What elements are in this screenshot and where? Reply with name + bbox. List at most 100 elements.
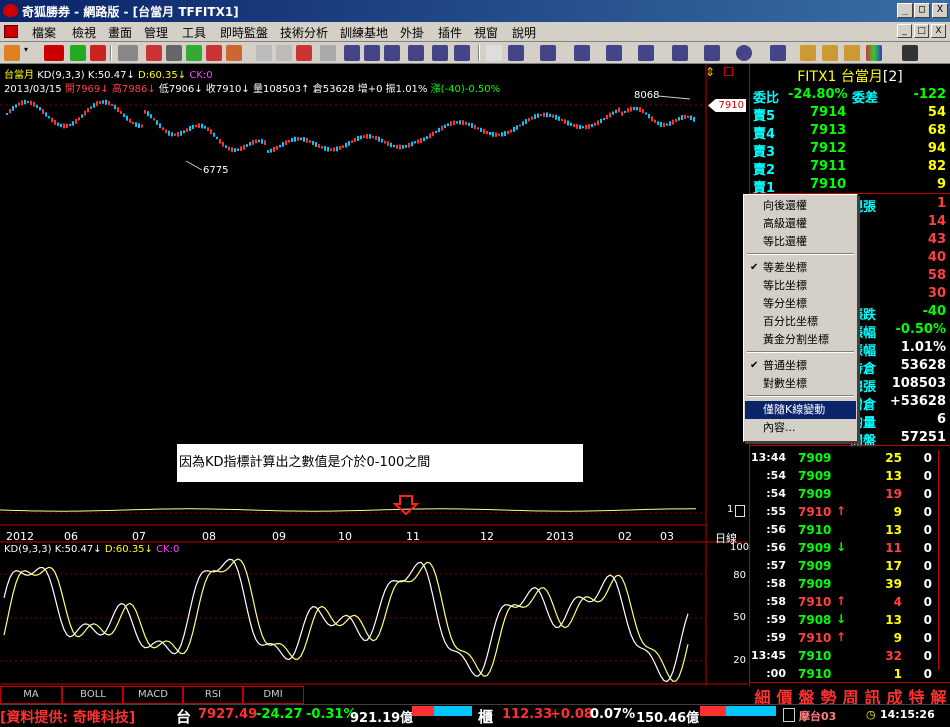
rect-tool-icon[interactable] xyxy=(704,45,720,61)
indicator-tab-macd[interactable]: MACD xyxy=(122,686,184,704)
tick-scrollbar[interactable] xyxy=(938,450,950,670)
eraser-icon[interactable] xyxy=(822,45,838,61)
parallel-tool-icon[interactable] xyxy=(672,45,688,61)
line-tool-icon[interactable] xyxy=(508,45,524,61)
save-icon[interactable] xyxy=(902,45,918,61)
gear-icon[interactable] xyxy=(276,45,292,61)
tick-row[interactable]: :54 7909 19 0 xyxy=(750,486,950,504)
tick-row[interactable]: :59 7908 ↓ 13 0 xyxy=(750,612,950,630)
menu-item-4[interactable]: 工具 xyxy=(182,24,206,41)
menu-item-3[interactable]: 管理 xyxy=(144,24,168,41)
indicator-tab-boll[interactable]: BOLL xyxy=(62,686,124,704)
close-button[interactable]: X xyxy=(932,3,948,18)
menu-item-0[interactable]: 檔案 xyxy=(32,24,56,41)
ctx-menu-item[interactable]: ✔ 等差坐標 xyxy=(745,259,856,277)
ask-row[interactable]: 賣1 7910 9 xyxy=(750,176,950,196)
ctx-menu-item[interactable]: 內容... xyxy=(745,419,856,437)
check-icon[interactable] xyxy=(256,45,272,61)
tick-row[interactable]: :57 7909 17 0 xyxy=(750,558,950,576)
ctx-menu-item[interactable]: 向後還權 xyxy=(745,197,856,215)
tick-row[interactable]: :54 7909 13 0 xyxy=(750,468,950,486)
layout3-icon[interactable] xyxy=(384,45,400,61)
minimize-button[interactable]: _ xyxy=(897,3,913,18)
ask-row[interactable]: 賣4 7913 68 xyxy=(750,122,950,142)
home-icon[interactable] xyxy=(4,45,20,61)
indicator-tab-rsi[interactable]: RSI xyxy=(182,686,244,704)
tick-row[interactable]: :56 7909 ↓ 11 0 xyxy=(750,540,950,558)
ctx-menu-item[interactable]: 等比坐標 xyxy=(745,277,856,295)
ctx-menu-item[interactable]: 等分坐標 xyxy=(745,295,856,313)
chart-area[interactable]: 台當月 KD(9,3,3) K:50.47↓ D:60.35↓ CK:0 201… xyxy=(0,64,749,686)
arrows-icon[interactable] xyxy=(90,45,106,61)
candle xyxy=(507,130,509,135)
brush-icon[interactable] xyxy=(844,45,860,61)
ellipse-tool-icon[interactable] xyxy=(736,45,752,61)
shapes-tool-icon[interactable] xyxy=(800,45,816,61)
candle xyxy=(228,146,230,151)
cursor-icon[interactable] xyxy=(486,45,502,61)
lock-scale-icon[interactable]: ⇕ xyxy=(705,65,715,79)
ctx-menu-item[interactable]: ✔ 普通坐標 xyxy=(745,357,856,375)
tick-price: 7909 xyxy=(798,541,832,555)
ctx-menu-item[interactable]: 等比還權 xyxy=(745,233,856,251)
vline-tool-icon[interactable] xyxy=(574,45,590,61)
layout1-icon[interactable] xyxy=(344,45,360,61)
ask-row[interactable]: 賣2 7911 82 xyxy=(750,158,950,178)
layout4-icon[interactable] xyxy=(408,45,424,61)
fan-tool-icon[interactable] xyxy=(606,45,622,61)
x-axis-tick: 07 xyxy=(132,530,146,543)
menu-item-5[interactable]: 即時監盤 xyxy=(220,24,268,41)
menu-item-1[interactable]: 檢視 xyxy=(72,24,96,41)
panel-toggle-icon[interactable] xyxy=(724,67,733,76)
menu-item-6[interactable]: 技術分析 xyxy=(280,24,328,41)
mdi-restore-button[interactable]: □ xyxy=(914,24,929,38)
ctx-menu-item[interactable]: 對數坐標 xyxy=(745,375,856,393)
ask-row[interactable]: 賣5 7914 54 xyxy=(750,104,950,124)
tick-row[interactable]: :58 7910 ↑ 4 0 xyxy=(750,594,950,612)
mdi-minimize-button[interactable]: _ xyxy=(897,24,912,38)
menu-item-8[interactable]: 外掛 xyxy=(400,24,424,41)
tick-row[interactable]: 13:45 7910 32 0 xyxy=(750,648,950,666)
tick-arrow: ↑ xyxy=(836,504,847,518)
maximize-button[interactable]: □ xyxy=(914,3,930,18)
indicator-tab-ma[interactable]: MA xyxy=(0,686,62,704)
glasses-icon[interactable] xyxy=(166,45,182,61)
stop-icon[interactable] xyxy=(206,45,222,61)
pen-icon[interactable] xyxy=(320,45,336,61)
ctx-menu-item[interactable]: 僅隨K線變動 xyxy=(745,401,856,419)
layout6-icon[interactable] xyxy=(454,45,470,61)
tick-row[interactable]: :55 7910 ↑ 9 0 xyxy=(750,504,950,522)
compare-icon[interactable] xyxy=(146,45,162,61)
menu-item-11[interactable]: 說明 xyxy=(512,24,536,41)
tick-row[interactable]: 13:44 7909 25 0 xyxy=(750,450,950,468)
rsi-icon[interactable] xyxy=(44,45,64,61)
ctx-menu-item[interactable]: 高級還權 xyxy=(745,215,856,233)
move-icon[interactable] xyxy=(70,45,86,61)
tick-price: 7909 xyxy=(798,487,832,501)
menu-item-2[interactable]: 畫面 xyxy=(108,24,132,41)
menu-item-10[interactable]: 視窗 xyxy=(474,24,498,41)
ctx-menu-item[interactable]: 百分比坐標 xyxy=(745,313,856,331)
sync-icon[interactable] xyxy=(186,45,202,61)
layout5-icon[interactable] xyxy=(432,45,448,61)
weight-icon[interactable] xyxy=(118,45,138,61)
indicator-tab-dmi[interactable]: DMI xyxy=(242,686,304,704)
tick-row[interactable]: :56 7910 13 0 xyxy=(750,522,950,540)
ctx-menu-item[interactable]: 黃金分割坐標 xyxy=(745,331,856,349)
fold-icon[interactable] xyxy=(226,45,242,61)
color-palette-icon[interactable] xyxy=(866,45,882,61)
mdi-close-button[interactable]: X xyxy=(931,24,946,38)
tick-row[interactable]: :59 7910 ↑ 9 0 xyxy=(750,630,950,648)
text-tool-icon[interactable] xyxy=(770,45,786,61)
hline-tool-icon[interactable] xyxy=(540,45,556,61)
candle xyxy=(333,147,335,152)
tick-row[interactable]: :58 7909 39 0 xyxy=(750,576,950,594)
menu-item-7[interactable]: 訓練基地 xyxy=(340,24,388,41)
channel-tool-icon[interactable] xyxy=(638,45,654,61)
scale-box-icon[interactable] xyxy=(735,505,745,517)
dropdown-arrow-icon[interactable]: ▾ xyxy=(24,45,32,61)
menu-item-9[interactable]: 插件 xyxy=(438,24,462,41)
alarm-icon[interactable] xyxy=(296,45,312,61)
ask-row[interactable]: 賣3 7912 94 xyxy=(750,140,950,160)
layout2-icon[interactable] xyxy=(364,45,380,61)
